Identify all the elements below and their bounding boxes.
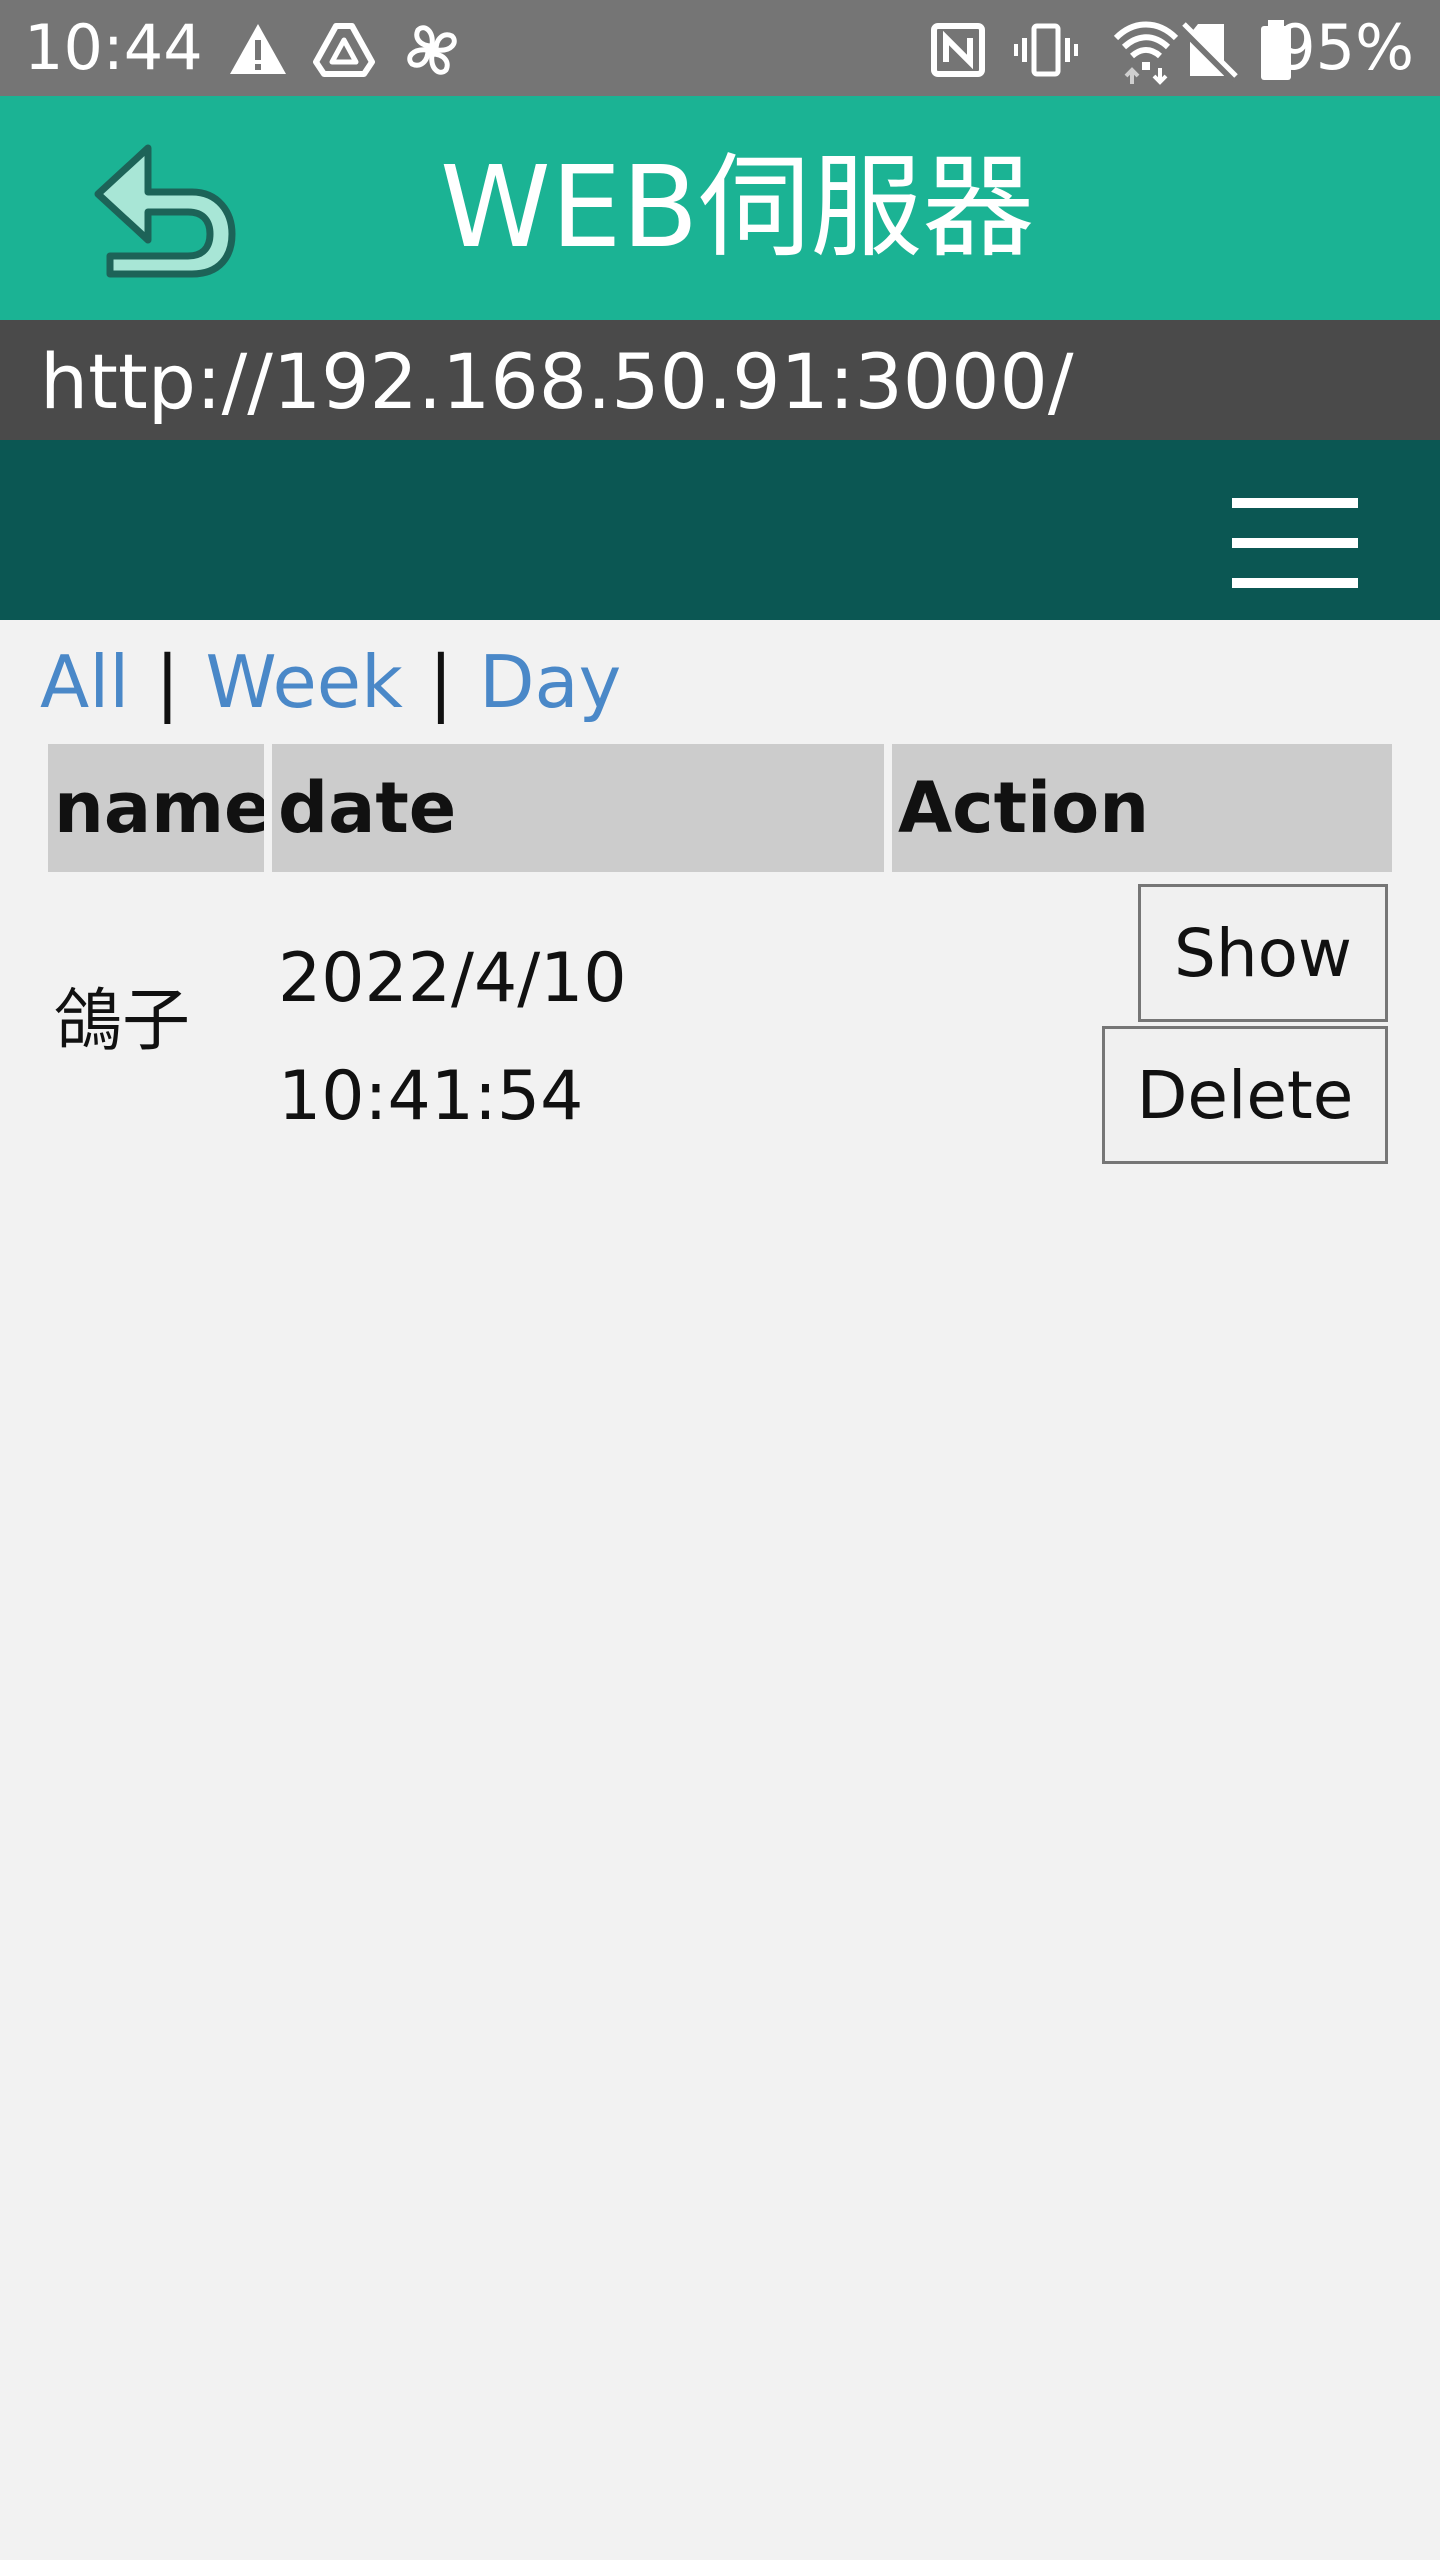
filter-separator: |: [155, 640, 180, 724]
nfc-icon: [931, 23, 985, 77]
fan-icon: [407, 25, 457, 75]
column-header-name: name: [48, 744, 264, 872]
row-name: 鴿子: [54, 982, 191, 1061]
delete-button[interactable]: Delete: [1102, 1026, 1388, 1164]
url-bar: http://192.168.50.91:3000/: [0, 320, 1440, 440]
row-date-day: 2022/4/10: [278, 939, 627, 1018]
show-button[interactable]: Show: [1138, 884, 1388, 1022]
filter-separator: |: [428, 640, 454, 724]
filter-all-link[interactable]: All: [40, 640, 129, 724]
no-sim-icon: [1179, 22, 1238, 82]
back-arrow-icon[interactable]: [88, 140, 238, 280]
app-title: WEB伺服器: [440, 143, 1035, 273]
row-date-time: 10:41:54: [278, 1057, 584, 1136]
app-bar: WEB伺服器: [0, 96, 1440, 320]
filter-day-link[interactable]: Day: [479, 640, 621, 724]
status-time: 10:44: [24, 11, 203, 84]
filter-links: All | Week | Day: [40, 632, 621, 732]
warning-icon: [230, 24, 286, 74]
column-header-date: date: [272, 744, 884, 872]
wifi-icon: [1113, 21, 1179, 85]
row-date: 2022/4/10 10:41:54: [278, 920, 627, 1156]
column-header-action: Action: [892, 744, 1392, 872]
vibrate-icon: [1014, 23, 1078, 77]
server-url[interactable]: http://192.168.50.91:3000/: [40, 342, 1073, 422]
hamburger-menu-icon[interactable]: [1230, 468, 1360, 588]
filter-week-link[interactable]: Week: [206, 640, 403, 724]
battery-percent: 95%: [1276, 11, 1414, 84]
drive-icon: [313, 23, 375, 77]
web-navbar: [0, 440, 1440, 620]
status-bar: 10:44 95%: [0, 0, 1440, 96]
